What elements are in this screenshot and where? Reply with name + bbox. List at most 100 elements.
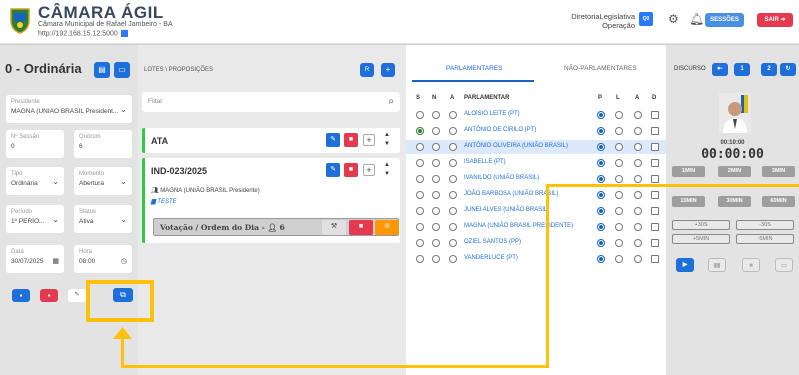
edit-button[interactable]: ✎ xyxy=(326,133,340,147)
time-field[interactable]: Hora 08:00 ◷ xyxy=(74,245,132,273)
vote-no-radio[interactable] xyxy=(432,223,440,231)
add-30s-button[interactable]: +30S xyxy=(672,220,730,230)
preset-3min-button[interactable]: 3MIN xyxy=(762,166,795,177)
display-button[interactable]: ▭ xyxy=(775,258,793,272)
absent-radio[interactable] xyxy=(634,159,642,167)
licensed-radio[interactable] xyxy=(615,239,623,247)
absent-radio[interactable] xyxy=(634,111,642,119)
abstain-radio[interactable] xyxy=(449,175,457,183)
present-radio[interactable] xyxy=(597,143,605,151)
vote-no-radio[interactable] xyxy=(432,127,440,135)
documents-button[interactable]: ⧉ xyxy=(113,288,133,302)
reset-button[interactable]: ↻ xyxy=(780,63,796,76)
previous-speaker-button[interactable]: ⇤ xyxy=(712,63,728,76)
delete-button[interactable]: ■ xyxy=(344,163,358,177)
vote-no-radio[interactable] xyxy=(432,111,440,119)
abstain-radio[interactable] xyxy=(449,207,457,215)
d-checkbox[interactable] xyxy=(651,239,659,247)
preset-60min-button[interactable]: 60MIN xyxy=(762,196,795,207)
d-checkbox[interactable] xyxy=(651,127,659,135)
table-row[interactable]: JUNEI ALVES (UNIÃO BRASIL) xyxy=(406,204,666,218)
cancel-vote-button[interactable]: ⊘ xyxy=(375,220,399,235)
vote-yes-radio[interactable] xyxy=(416,159,424,167)
vote-no-radio[interactable] xyxy=(432,159,440,167)
d-checkbox[interactable] xyxy=(651,159,659,167)
preset-30min-button[interactable]: 30MIN xyxy=(718,196,751,207)
licensed-radio[interactable] xyxy=(615,175,623,183)
tab-parlamentares[interactable]: PARLAMENTARES xyxy=(446,65,502,72)
stop-vote-button[interactable]: ■ xyxy=(349,220,373,235)
vote-yes-radio[interactable] xyxy=(416,127,424,135)
avatar[interactable]: Q0 xyxy=(639,12,653,26)
present-radio[interactable] xyxy=(597,191,605,199)
vote-yes-radio[interactable] xyxy=(416,255,424,263)
vote-yes-radio[interactable] xyxy=(416,143,424,151)
table-row[interactable]: MAGNA (UNIÃO BRASIL PRESIDENTE) xyxy=(406,220,666,234)
d-checkbox[interactable] xyxy=(651,111,659,119)
subtract-30s-button[interactable]: -30S xyxy=(736,220,794,230)
qr-code-icon[interactable] xyxy=(120,30,128,37)
licensed-radio[interactable] xyxy=(615,111,623,119)
licensed-radio[interactable] xyxy=(615,255,623,263)
refresh-button[interactable]: R xyxy=(360,63,374,77)
add-button[interactable]: + xyxy=(363,134,375,146)
abstain-radio[interactable] xyxy=(449,223,457,231)
print-button[interactable]: ▤ xyxy=(94,62,110,78)
exit-button[interactable]: SAIR ➜ xyxy=(757,13,793,27)
save-button[interactable]: ▪ xyxy=(12,289,30,302)
vote-no-radio[interactable] xyxy=(432,239,440,247)
abstain-radio[interactable] xyxy=(449,239,457,247)
bell-icon[interactable]: 🔔︎ xyxy=(689,12,704,26)
absent-radio[interactable] xyxy=(634,191,642,199)
table-row[interactable]: ISABELLE (PT) xyxy=(406,156,666,170)
abstain-radio[interactable] xyxy=(449,191,457,199)
table-row[interactable]: JOÃO BARBOSA (UNIÃO BRASIL) xyxy=(406,188,666,202)
vote-no-radio[interactable] xyxy=(432,255,440,263)
attach-button[interactable]: ✎ xyxy=(68,289,86,302)
period-select[interactable]: Período 1º PERÍO... ⌄ xyxy=(6,205,64,233)
absent-radio[interactable] xyxy=(634,239,642,247)
table-row[interactable]: VANDERLUCE (PT) xyxy=(406,252,666,266)
vote-yes-radio[interactable] xyxy=(416,175,424,183)
monitor-button[interactable]: ▭ xyxy=(114,62,130,78)
play-button[interactable]: ▶ xyxy=(676,258,694,272)
licensed-radio[interactable] xyxy=(615,207,623,215)
d-checkbox[interactable] xyxy=(651,175,659,183)
edit-button[interactable]: ✎ xyxy=(326,163,340,177)
absent-radio[interactable] xyxy=(634,175,642,183)
move-up-icon[interactable]: ▲ xyxy=(384,132,390,139)
add-button[interactable]: + xyxy=(363,164,375,176)
preset-1min-button[interactable]: 1MIN xyxy=(672,166,705,177)
table-row[interactable]: ALOISIO LEITE (PT) xyxy=(406,108,666,122)
add-proposition-button[interactable]: + xyxy=(381,63,395,77)
vote-no-radio[interactable] xyxy=(432,143,440,151)
proposition-card[interactable]: IND-023/2025 ✎ ■ + ▲ ▼ 👥︎ MAGNA (UNIÃO B… xyxy=(142,158,400,243)
vote-yes-radio[interactable] xyxy=(416,223,424,231)
date-field[interactable]: Data 30/07/2025 ▦ xyxy=(6,245,64,273)
filter-input[interactable]: Filtar ⌕ xyxy=(142,92,400,112)
delete-button[interactable]: ■ xyxy=(344,133,358,147)
licensed-radio[interactable] xyxy=(615,223,623,231)
licensed-radio[interactable] xyxy=(615,191,623,199)
session-number-field[interactable]: Nº Sessão 0 xyxy=(6,130,64,158)
d-checkbox[interactable] xyxy=(651,143,659,151)
d-checkbox[interactable] xyxy=(651,191,659,199)
calendar-icon[interactable]: ▦ xyxy=(52,257,59,265)
vote-no-radio[interactable] xyxy=(432,207,440,215)
abstain-radio[interactable] xyxy=(449,127,457,135)
move-down-icon[interactable]: ▼ xyxy=(384,171,390,178)
present-radio[interactable] xyxy=(597,223,605,231)
present-radio[interactable] xyxy=(597,239,605,247)
absent-radio[interactable] xyxy=(634,127,642,135)
speaker-2-button[interactable]: 2 xyxy=(761,63,777,76)
present-radio[interactable] xyxy=(597,127,605,135)
table-row[interactable]: OZIEL SANTOS (PP) xyxy=(406,236,666,250)
present-radio[interactable] xyxy=(597,159,605,167)
licensed-radio[interactable] xyxy=(615,159,623,167)
absent-radio[interactable] xyxy=(634,223,642,231)
type-select[interactable]: Tipo Ordinária ⌄ xyxy=(6,167,64,195)
status-select[interactable]: Status Ativa ⌄ xyxy=(74,205,132,233)
vote-yes-radio[interactable] xyxy=(416,207,424,215)
absent-radio[interactable] xyxy=(634,255,642,263)
present-radio[interactable] xyxy=(597,175,605,183)
